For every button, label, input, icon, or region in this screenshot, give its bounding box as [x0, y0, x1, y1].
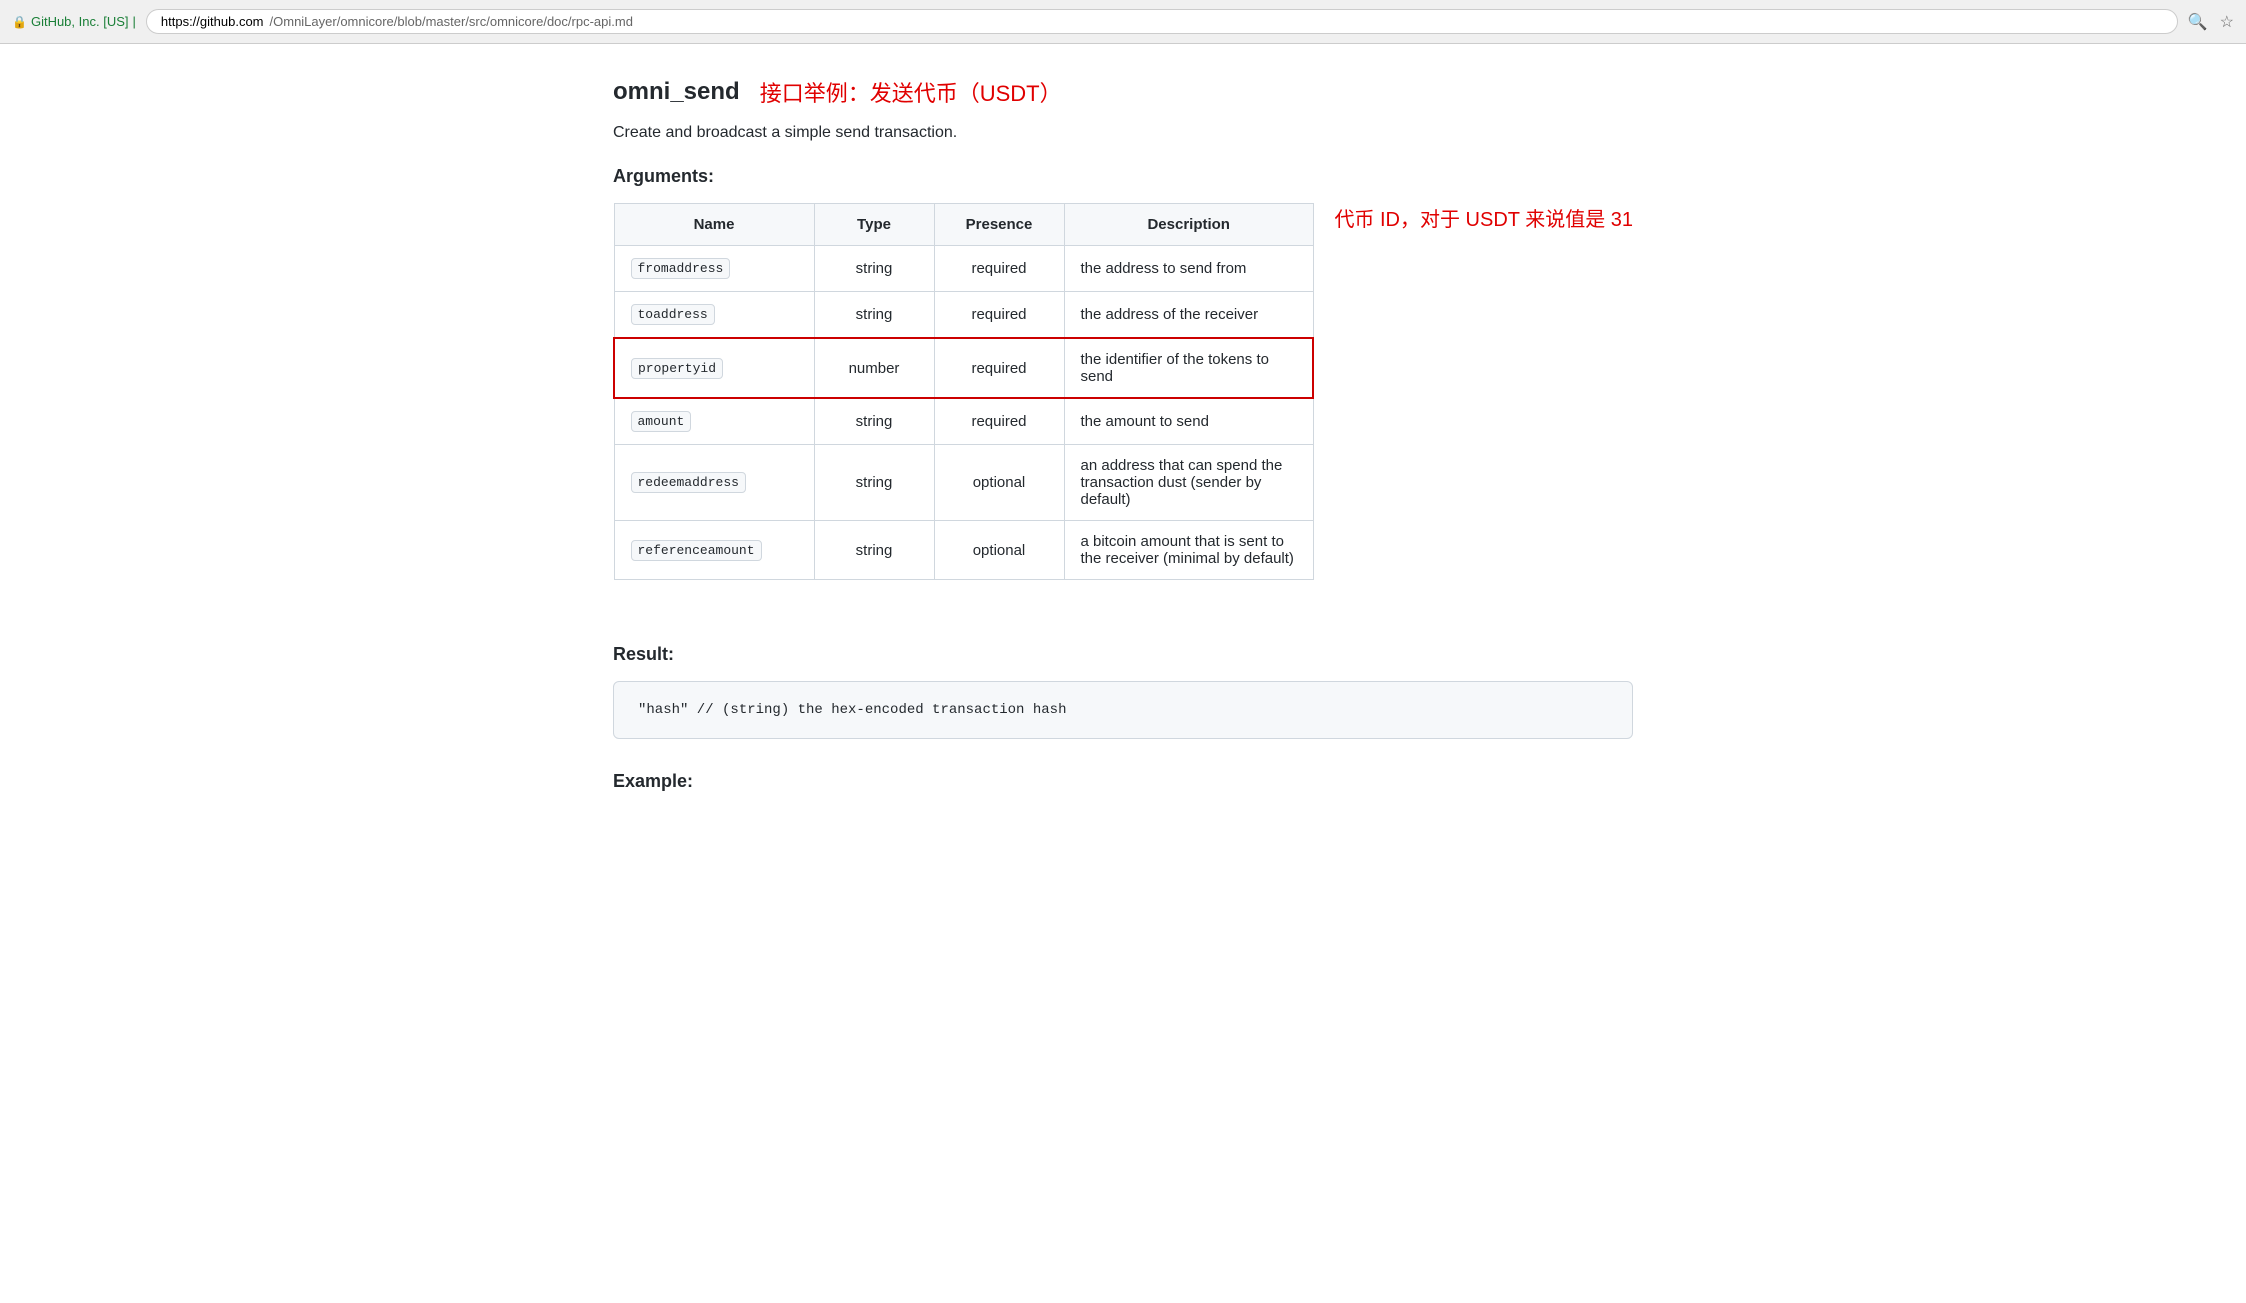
cell-presence: required	[934, 338, 1064, 398]
param-name: amount	[631, 411, 692, 432]
cell-presence: required	[934, 292, 1064, 339]
cell-type: number	[814, 338, 934, 398]
cell-name: toaddress	[614, 292, 814, 339]
page-subtitle: 接口举例：发送代币（USDT）	[760, 76, 1062, 108]
cell-type: string	[814, 246, 934, 292]
cell-description: a bitcoin amount that is sent to the rec…	[1064, 521, 1313, 580]
page-title: omni_send	[613, 78, 740, 106]
result-code-text: "hash" // (string) the hex-encoded trans…	[638, 702, 1066, 718]
cell-name: amount	[614, 398, 814, 445]
lock-icon: 🔒	[12, 15, 27, 29]
browser-actions: 🔍 ☆	[2188, 12, 2234, 32]
result-code: "hash" // (string) the hex-encoded trans…	[613, 681, 1633, 739]
cell-presence: optional	[934, 521, 1064, 580]
param-name: toaddress	[631, 304, 715, 325]
col-type: Type	[814, 204, 934, 246]
cell-name: referenceamount	[614, 521, 814, 580]
cell-description: the identifier of the tokens to send	[1064, 338, 1313, 398]
url-bar[interactable]: https://github.com /OmniLayer/omnicore/b…	[146, 9, 2178, 34]
param-name: referenceamount	[631, 540, 762, 561]
url-path: /OmniLayer/omnicore/blob/master/src/omni…	[270, 14, 633, 29]
param-name: propertyid	[631, 358, 723, 379]
table-row: referenceamount stringoptionala bitcoin a…	[614, 521, 1313, 580]
table-row: propertyid numberrequiredthe identifier o…	[614, 338, 1313, 398]
col-presence: Presence	[934, 204, 1064, 246]
cell-type: string	[814, 445, 934, 521]
cell-description: an address that can spend the transactio…	[1064, 445, 1313, 521]
security-badge: 🔒 GitHub, Inc. [US] |	[12, 14, 136, 29]
example-heading: Example:	[613, 771, 1633, 792]
cell-name: propertyid	[614, 338, 814, 398]
param-name: fromaddress	[631, 258, 731, 279]
table-row: toaddress stringrequiredthe address of th…	[614, 292, 1313, 339]
table-annotation-wrapper: Name Type Presence Description fromaddre…	[613, 203, 1633, 612]
cell-description: the address to send from	[1064, 246, 1313, 292]
col-name: Name	[614, 204, 814, 246]
table-row: fromaddress stringrequiredthe address to …	[614, 246, 1313, 292]
table-row: redeemaddress stringoptionalan address th…	[614, 445, 1313, 521]
cell-presence: required	[934, 398, 1064, 445]
arguments-heading: Arguments:	[613, 166, 1633, 187]
cell-type: string	[814, 292, 934, 339]
cell-description: the amount to send	[1064, 398, 1313, 445]
cell-type: string	[814, 398, 934, 445]
table-row: amount stringrequiredthe amount to send	[614, 398, 1313, 445]
cell-presence: optional	[934, 445, 1064, 521]
result-heading: Result:	[613, 644, 1633, 665]
cell-name: fromaddress	[614, 246, 814, 292]
browser-chrome: 🔒 GitHub, Inc. [US] | https://github.com…	[0, 0, 2246, 44]
search-icon[interactable]: 🔍	[2188, 12, 2208, 32]
cell-name: redeemaddress	[614, 445, 814, 521]
cell-presence: required	[934, 246, 1064, 292]
security-label: GitHub, Inc. [US]	[31, 14, 129, 29]
page-title-row: omni_send 接口举例：发送代币（USDT）	[613, 76, 1633, 108]
url-separator: |	[133, 14, 136, 29]
page-description: Create and broadcast a simple send trans…	[613, 124, 1633, 142]
col-description: Description	[1064, 204, 1313, 246]
arguments-table: Name Type Presence Description fromaddre…	[613, 203, 1314, 580]
star-icon[interactable]: ☆	[2220, 12, 2234, 32]
cell-type: string	[814, 521, 934, 580]
table-header-row: Name Type Presence Description	[614, 204, 1313, 246]
main-content: omni_send 接口举例：发送代币（USDT） Create and bro…	[573, 44, 1673, 824]
property-annotation: 代币 ID，对于 USDT 来说值是 31	[1314, 203, 1633, 232]
url-domain: https://github.com	[161, 14, 264, 29]
param-name: redeemaddress	[631, 472, 746, 493]
cell-description: the address of the receiver	[1064, 292, 1313, 339]
